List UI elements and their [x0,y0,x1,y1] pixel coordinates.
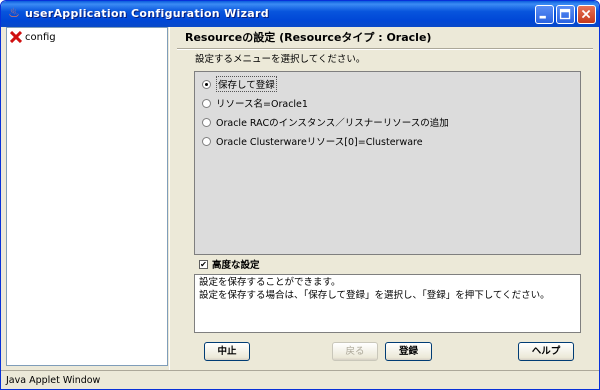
minimize-icon [539,15,546,19]
radio-button[interactable] [202,79,211,89]
wizard-content: config Resourceの設定 (Resourceタイプ : Oracle… [4,27,596,370]
radio-button[interactable] [202,98,211,108]
option-oracle-clusterware[interactable]: Oracle Clusterwareリソース[0]=Clusterware [202,134,423,148]
menu-options-box: 保存して登録 リソース名=Oracle1 Oracle RACのインスタンス／リ… [194,71,581,255]
cancel-button[interactable]: 中止 [204,342,250,361]
description-line: 設定を保存することができます。 [199,277,341,288]
page-title: Resourceの設定 (Resourceタイプ : Oracle) [185,31,432,44]
option-label: リソース名=Oracle1 [216,99,308,110]
maximize-icon [559,8,571,20]
option-resource-name[interactable]: リソース名=Oracle1 [202,96,308,110]
checkmark-icon[interactable]: ✔ [199,259,208,269]
config-tree[interactable]: config [6,27,168,366]
register-button[interactable]: 登録 [385,342,432,361]
description-line: 設定を保存する場合は、「保存して登録」を選択し、「登録」を押下してください。 [199,290,550,301]
red-x-error-icon [10,31,22,43]
description-box: 設定を保存することができます。 設定を保存する場合は、「保存して登録」を選択し、… [194,274,581,333]
radio-button[interactable] [202,117,211,127]
status-bar: Java Applet Window [1,370,599,389]
java-cup-icon: ♨ [8,6,20,21]
option-label: 保存して登録 [216,76,277,92]
close-window-button[interactable] [577,5,596,24]
title-bar[interactable]: ♨ userApplication Configuration Wizard [1,1,599,27]
close-icon [581,9,591,19]
instruction-text: 設定するメニューを選択してください。 [195,54,366,65]
tree-item-config[interactable]: config [10,30,56,44]
application-window: ♨ userApplication Configuration Wizard c… [0,0,600,390]
radio-button[interactable] [202,136,211,146]
option-label: Oracle RACのインスタンス／リスナーリソースの追加 [216,118,449,129]
window-title: userApplication Configuration Wizard [25,7,269,20]
tree-item-label: config [25,31,56,43]
option-oracle-rac-add[interactable]: Oracle RACのインスタンス／リスナーリソースの追加 [202,115,449,129]
option-save-register[interactable]: 保存して登録 [202,76,277,92]
back-button[interactable]: 戻る [332,342,378,361]
help-button[interactable]: ヘルプ [518,342,574,361]
option-label: Oracle Clusterwareリソース[0]=Clusterware [216,137,423,148]
divider [177,48,593,50]
advanced-settings-label: 高度な設定 [212,260,260,271]
settings-panel: Resourceの設定 (Resourceタイプ : Oracle) 設定するメ… [175,27,596,370]
advanced-settings-checkbox[interactable]: ✔ 高度な設定 [199,257,260,271]
status-bar-text: Java Applet Window [6,375,101,386]
minimize-button[interactable] [535,5,554,24]
maximize-button[interactable] [556,5,575,24]
